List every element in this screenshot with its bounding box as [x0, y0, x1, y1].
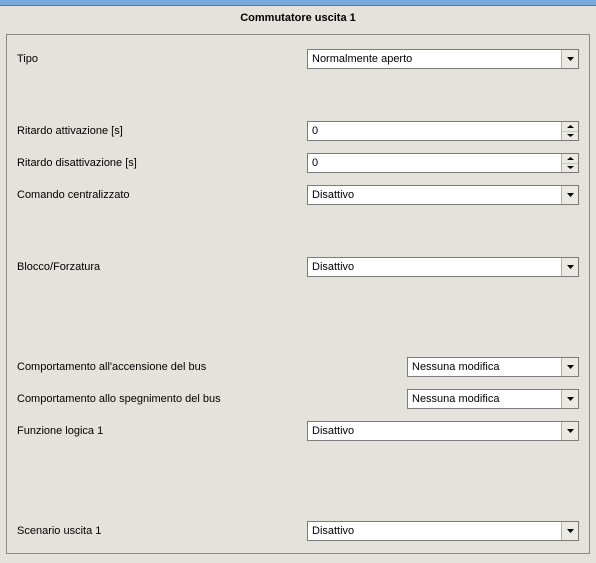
select-funzione-logica-value: Disattivo	[308, 422, 561, 440]
label-bus-on: Comportamento all'accensione del bus	[17, 361, 407, 373]
select-bus-on[interactable]: Nessuna modifica	[407, 357, 579, 377]
select-bus-off[interactable]: Nessuna modifica	[407, 389, 579, 409]
row-funzione-logica: Funzione logica 1 Disattivo	[17, 421, 579, 441]
label-blocco-forzatura: Blocco/Forzatura	[17, 261, 307, 273]
select-bus-off-value: Nessuna modifica	[408, 390, 561, 408]
label-tipo: Tipo	[17, 53, 307, 65]
label-comando-centralizzato: Comando centralizzato	[17, 189, 307, 201]
spinner-down-icon[interactable]	[562, 164, 578, 173]
spinner-ritardo-disattivazione[interactable]: 0	[307, 153, 579, 173]
label-ritardo-attivazione: Ritardo attivazione [s]	[17, 125, 307, 137]
spinner-ritardo-attivazione-value: 0	[308, 122, 561, 140]
label-ritardo-disattivazione: Ritardo disattivazione [s]	[17, 157, 307, 169]
spinner-ritardo-disattivazione-value: 0	[308, 154, 561, 172]
chevron-down-icon[interactable]	[561, 258, 578, 276]
spinner-down-icon[interactable]	[562, 132, 578, 141]
select-scenario-uscita-value: Disattivo	[308, 522, 561, 540]
row-comando-centralizzato: Comando centralizzato Disattivo	[17, 185, 579, 205]
select-tipo[interactable]: Normalmente aperto	[307, 49, 579, 69]
select-scenario-uscita[interactable]: Disattivo	[307, 521, 579, 541]
chevron-down-icon[interactable]	[561, 522, 578, 540]
chevron-down-icon[interactable]	[561, 422, 578, 440]
row-ritardo-disattivazione: Ritardo disattivazione [s] 0	[17, 153, 579, 173]
select-tipo-value: Normalmente aperto	[308, 50, 561, 68]
label-funzione-logica: Funzione logica 1	[17, 425, 307, 437]
select-blocco-forzatura[interactable]: Disattivo	[307, 257, 579, 277]
spinner-ritardo-attivazione[interactable]: 0	[307, 121, 579, 141]
chevron-down-icon[interactable]	[561, 50, 578, 68]
select-funzione-logica[interactable]: Disattivo	[307, 421, 579, 441]
select-comando-centralizzato[interactable]: Disattivo	[307, 185, 579, 205]
page-title: Commutatore uscita 1	[0, 6, 596, 34]
select-bus-on-value: Nessuna modifica	[408, 358, 561, 376]
spinner-up-icon[interactable]	[562, 154, 578, 164]
row-bus-on: Comportamento all'accensione del bus Nes…	[17, 357, 579, 377]
row-tipo: Tipo Normalmente aperto	[17, 49, 579, 69]
spinner-up-icon[interactable]	[562, 122, 578, 132]
row-scenario-uscita: Scenario uscita 1 Disattivo	[17, 521, 579, 541]
settings-panel: Tipo Normalmente aperto Ritardo attivazi…	[6, 34, 590, 554]
label-bus-off: Comportamento allo spegnimento del bus	[17, 393, 407, 405]
select-comando-centralizzato-value: Disattivo	[308, 186, 561, 204]
chevron-down-icon[interactable]	[561, 358, 578, 376]
label-scenario-uscita: Scenario uscita 1	[17, 525, 307, 537]
row-ritardo-attivazione: Ritardo attivazione [s] 0	[17, 121, 579, 141]
chevron-down-icon[interactable]	[561, 186, 578, 204]
chevron-down-icon[interactable]	[561, 390, 578, 408]
row-bus-off: Comportamento allo spegnimento del bus N…	[17, 389, 579, 409]
row-blocco-forzatura: Blocco/Forzatura Disattivo	[17, 257, 579, 277]
select-blocco-forzatura-value: Disattivo	[308, 258, 561, 276]
